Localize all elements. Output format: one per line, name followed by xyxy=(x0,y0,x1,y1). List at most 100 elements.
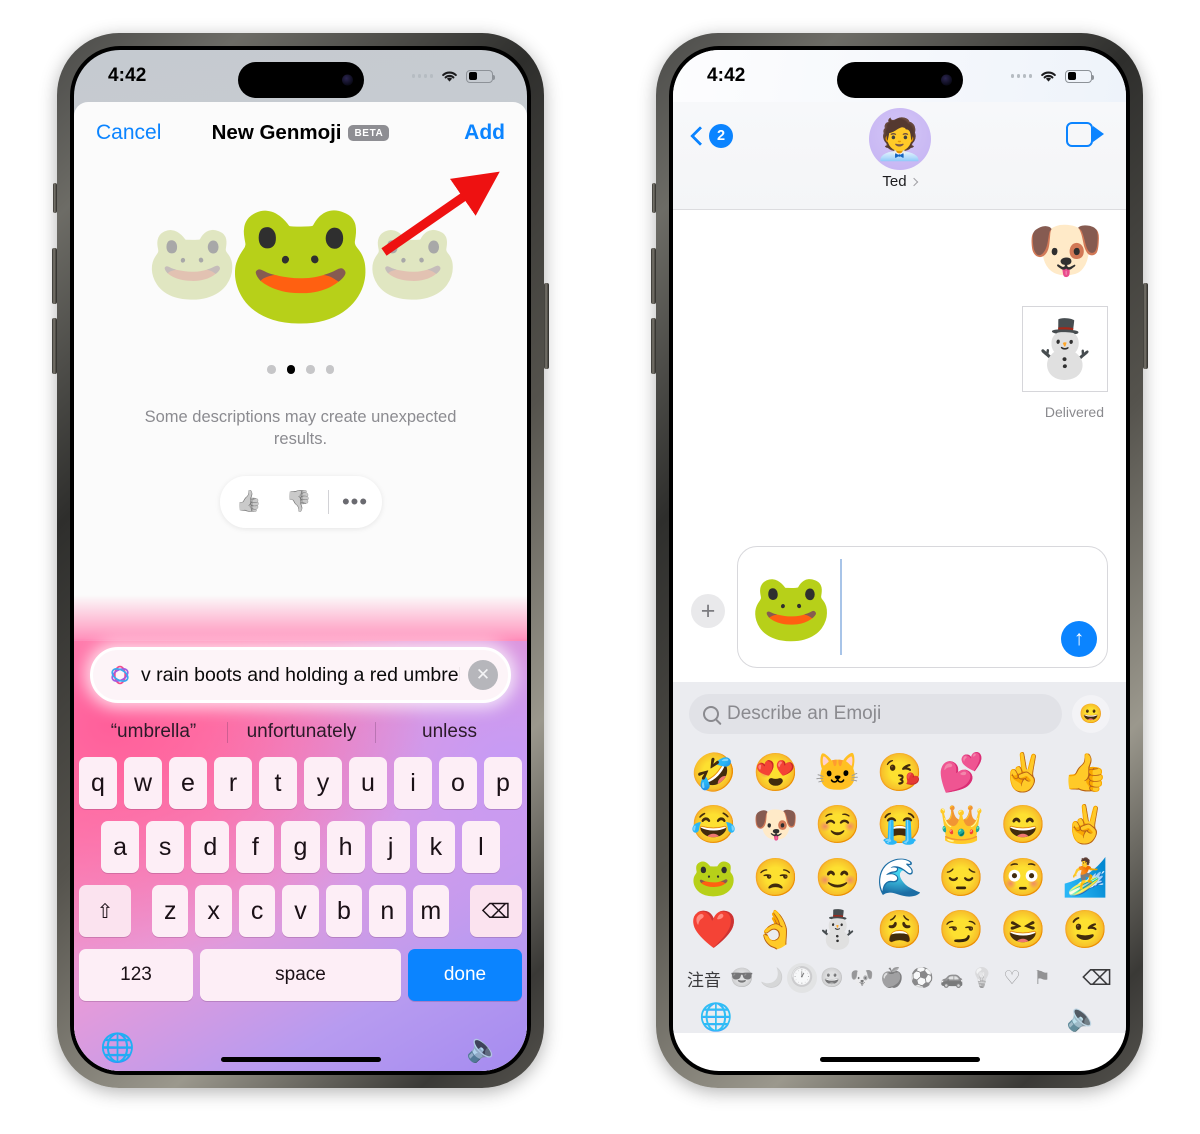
emoji-item[interactable]: 😊 xyxy=(807,855,869,901)
shift-key[interactable]: ⇧ xyxy=(79,885,132,937)
emoji-item[interactable]: 😆 xyxy=(992,907,1054,953)
key-m[interactable]: m xyxy=(412,885,449,937)
key-c[interactable]: c xyxy=(238,885,276,937)
add-button[interactable]: Add xyxy=(464,121,505,145)
more-options-button[interactable]: ••• xyxy=(333,489,377,515)
emoji-item[interactable]: ✌️ xyxy=(1054,802,1116,848)
key-y[interactable]: y xyxy=(304,757,342,809)
key-f[interactable]: f xyxy=(236,821,275,873)
key-s[interactable]: s xyxy=(146,821,185,873)
add-attachment-button[interactable]: + xyxy=(691,594,725,628)
silent-switch[interactable] xyxy=(53,183,57,213)
done-key[interactable]: done xyxy=(408,949,522,1001)
power-button[interactable] xyxy=(544,283,549,369)
key-i[interactable]: i xyxy=(394,757,432,809)
genmoji-preview-current[interactable]: 🐸 xyxy=(226,202,375,322)
key-j[interactable]: j xyxy=(371,821,410,873)
category-frequent-icon[interactable]: 🕐 xyxy=(787,963,817,993)
emoji-item[interactable]: 👌 xyxy=(745,907,807,953)
category-symbols-icon[interactable]: ♡ xyxy=(997,967,1027,990)
image-message[interactable]: ⛄ xyxy=(1022,306,1108,392)
key-v[interactable]: v xyxy=(282,885,319,937)
globe-icon[interactable]: 🌐 xyxy=(699,1001,733,1033)
emoji-item[interactable]: 👍 xyxy=(1054,750,1116,796)
key-l[interactable]: l xyxy=(461,821,500,873)
cancel-button[interactable]: Cancel xyxy=(96,121,161,145)
silent-switch[interactable] xyxy=(652,183,656,213)
key-e[interactable]: e xyxy=(169,757,207,809)
sticker-message[interactable]: 🐶 xyxy=(1027,220,1104,282)
key-h[interactable]: h xyxy=(326,821,365,873)
suggestion-2[interactable]: unless xyxy=(376,721,523,743)
key-w[interactable]: w xyxy=(124,757,162,809)
emoji-item[interactable]: 😭 xyxy=(869,802,931,848)
key-b[interactable]: b xyxy=(325,885,363,937)
emoji-item[interactable]: ❤️ xyxy=(683,907,745,953)
key-q[interactable]: q xyxy=(79,757,117,809)
category-travel-icon[interactable]: 🚗 xyxy=(937,966,967,990)
prompt-input-value[interactable]: v rain boots and holding a red umbrella xyxy=(141,664,460,687)
category-activity-icon[interactable]: ⚽ xyxy=(907,966,937,990)
page-dot[interactable] xyxy=(306,365,315,374)
genmoji-preview-previous[interactable]: 🐸 xyxy=(146,224,238,299)
suggestion-1[interactable]: unfortunately xyxy=(228,721,375,743)
emoji-item[interactable]: 🌊 xyxy=(869,855,931,901)
emoji-item[interactable]: 😳 xyxy=(992,855,1054,901)
key-n[interactable]: n xyxy=(369,885,406,937)
emoji-item[interactable]: 😄 xyxy=(992,802,1054,848)
category-smileys-icon[interactable]: 😎 xyxy=(727,966,757,990)
volume-down-button[interactable] xyxy=(651,318,656,374)
genmoji-prompt-field[interactable]: v rain boots and holding a red umbrella … xyxy=(90,647,511,703)
emoji-item[interactable]: 🐸 xyxy=(683,855,745,901)
create-genmoji-button[interactable]: 😀 xyxy=(1072,695,1110,733)
category-animals-icon[interactable]: 🐶 xyxy=(847,966,877,990)
page-dot-active[interactable] xyxy=(286,365,295,374)
send-button[interactable]: ↑ xyxy=(1061,621,1097,657)
category-recents-icon[interactable]: 🌙 xyxy=(757,966,787,990)
key-o[interactable]: o xyxy=(439,757,477,809)
space-key[interactable]: space xyxy=(200,949,401,1001)
key-r[interactable]: r xyxy=(214,757,252,809)
emoji-item[interactable]: 😂 xyxy=(683,802,745,848)
category-flags-icon[interactable]: ⚑ xyxy=(1027,967,1057,990)
facetime-button[interactable] xyxy=(1066,122,1104,147)
emoji-item[interactable]: 😉 xyxy=(1054,907,1116,953)
emoji-item[interactable]: 💕 xyxy=(930,750,992,796)
suggestion-0[interactable]: “umbrella” xyxy=(80,721,227,743)
key-p[interactable]: p xyxy=(484,757,522,809)
globe-icon[interactable]: 🌐 xyxy=(100,1031,135,1064)
microphone-icon[interactable]: 🔈 xyxy=(1066,1001,1100,1033)
emoji-item[interactable]: 🐶 xyxy=(745,802,807,848)
key-u[interactable]: u xyxy=(349,757,387,809)
emoji-item[interactable]: 🏄 xyxy=(1054,855,1116,901)
clear-text-button[interactable]: ✕ xyxy=(468,660,498,690)
emoji-item[interactable]: 😘 xyxy=(869,750,931,796)
emoji-item[interactable]: ☺️ xyxy=(807,802,869,848)
key-t[interactable]: t xyxy=(259,757,297,809)
keyboard-switch-button[interactable]: 注音 xyxy=(687,966,721,991)
page-dot[interactable] xyxy=(325,365,334,374)
carousel-page-dots[interactable] xyxy=(74,365,527,374)
key-d[interactable]: d xyxy=(191,821,230,873)
key-x[interactable]: x xyxy=(195,885,232,937)
key-k[interactable]: k xyxy=(416,821,455,873)
backspace-key[interactable]: ⌫ xyxy=(1082,966,1112,991)
avatar[interactable]: 🧑‍💼 xyxy=(868,108,931,170)
emoji-item[interactable]: 😏 xyxy=(930,907,992,953)
genmoji-carousel[interactable]: 🐸 🐸 🐸 xyxy=(74,164,527,359)
category-objects-icon[interactable]: 💡 xyxy=(967,966,997,990)
emoji-item[interactable]: ⛄ xyxy=(807,907,869,953)
emoji-item[interactable]: 😔 xyxy=(930,855,992,901)
backspace-key[interactable]: ⌫ xyxy=(469,885,522,937)
page-dot[interactable] xyxy=(267,365,276,374)
thumbs-up-icon[interactable]: 👍 xyxy=(224,490,274,514)
numbers-key[interactable]: 123 xyxy=(79,949,193,1001)
genmoji-preview-next[interactable]: 🐸 xyxy=(367,224,459,299)
emoji-item[interactable]: 😩 xyxy=(869,907,931,953)
emoji-search-input[interactable]: Describe an Emoji xyxy=(689,694,1062,734)
attached-sticker[interactable]: 🐸 xyxy=(750,574,832,640)
emoji-item[interactable]: 😍 xyxy=(745,750,807,796)
emoji-item[interactable]: 🤣 xyxy=(683,750,745,796)
emoji-item[interactable]: ✌️ xyxy=(992,750,1054,796)
emoji-item[interactable]: 🐱 xyxy=(807,750,869,796)
